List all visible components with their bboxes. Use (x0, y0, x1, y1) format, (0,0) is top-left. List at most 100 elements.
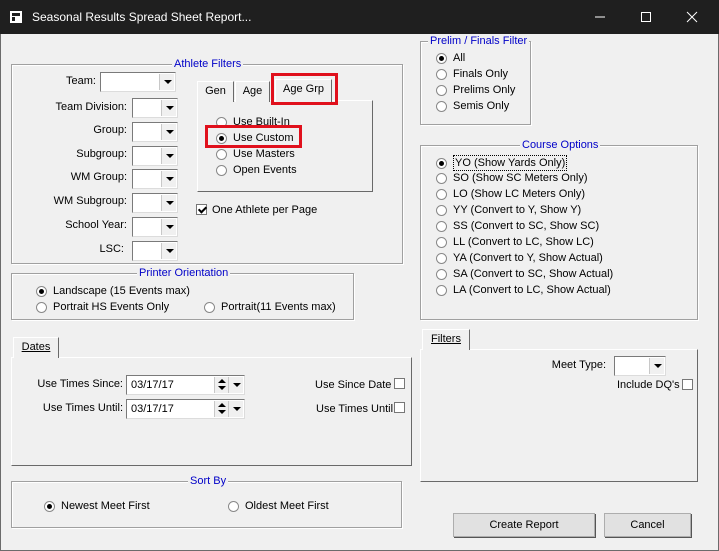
lsc-combo[interactable] (132, 241, 178, 261)
highlight-age-grp-tab (271, 73, 338, 105)
tab-gen[interactable]: Gen (197, 81, 234, 102)
radio-course-lo[interactable]: LO (Show LC Meters Only) (436, 187, 585, 201)
radio-course-yo[interactable]: YO (Show Yards Only) (436, 155, 568, 171)
team-label: Team: (66, 75, 96, 87)
radio-icon (436, 220, 447, 232)
athlete-filters-legend: Athlete Filters (172, 57, 244, 71)
times-since-date-picker[interactable]: 03/17/17 (126, 375, 245, 395)
use-times-until-check-label: Use Times Until (316, 403, 394, 415)
radio-icon (436, 204, 447, 216)
radio-course-yy[interactable]: YY (Convert to Y, Show Y) (436, 203, 581, 217)
date-spinner-icon[interactable] (214, 401, 228, 417)
radio-course-so[interactable]: SO (Show SC Meters Only) (436, 171, 587, 185)
radio-icon (436, 84, 447, 96)
use-times-since-label: Use Times Since: (37, 378, 123, 390)
printer-orientation-legend: Printer Orientation (137, 266, 231, 280)
radio-icon (436, 68, 447, 80)
course-options-legend: Course Options (520, 138, 601, 152)
radio-icon (436, 188, 447, 200)
window-title: Seasonal Results Spread Sheet Report... (32, 10, 252, 24)
times-until-date-picker[interactable]: 03/17/17 (126, 399, 245, 419)
include-dq-label: Include DQ's (617, 379, 680, 391)
meet-type-label: Meet Type: (551, 359, 606, 371)
team-division-combo[interactable] (132, 98, 178, 118)
chevron-down-icon[interactable] (159, 74, 174, 90)
radio-icon (436, 284, 447, 296)
radio-all[interactable]: All (436, 51, 465, 65)
minimize-icon (595, 16, 605, 18)
radio-landscape[interactable]: Landscape (15 Events max) (36, 284, 190, 298)
radio-portrait[interactable]: Portrait(11 Events max) (204, 300, 336, 314)
radio-semis-only[interactable]: Semis Only (436, 99, 509, 113)
use-times-until-checkbox[interactable] (394, 402, 405, 413)
radio-selected-icon (36, 285, 47, 297)
radio-icon (216, 164, 227, 176)
chevron-down-icon[interactable] (228, 377, 243, 393)
radio-open-events[interactable]: Open Events (216, 163, 297, 177)
close-icon (686, 11, 698, 23)
chevron-down-icon[interactable] (161, 195, 176, 211)
radio-finals-only[interactable]: Finals Only (436, 67, 508, 81)
radio-selected-icon (436, 52, 447, 64)
tab-age[interactable]: Age (235, 81, 270, 102)
date-spinner-icon[interactable] (214, 377, 228, 393)
radio-selected-icon (436, 157, 447, 169)
wm-subgroup-label: WM Subgroup: (53, 195, 127, 207)
meet-type-combo[interactable] (614, 356, 666, 376)
title-bar: Seasonal Results Spread Sheet Report... (0, 0, 719, 34)
radio-prelims-only[interactable]: Prelims Only (436, 83, 515, 97)
subgroup-combo[interactable] (132, 146, 178, 166)
group-combo[interactable] (132, 122, 178, 142)
radio-icon (36, 301, 47, 313)
radio-use-masters[interactable]: Use Masters (216, 147, 295, 161)
close-button[interactable] (669, 0, 715, 34)
radio-course-ll[interactable]: LL (Convert to LC, Show LC) (436, 235, 594, 249)
wm-subgroup-combo[interactable] (132, 193, 178, 213)
radio-oldest-meet-first[interactable]: Oldest Meet First (228, 499, 329, 513)
radio-course-sa[interactable]: SA (Convert to SC, Show Actual) (436, 267, 613, 281)
chevron-down-icon[interactable] (161, 100, 176, 116)
use-since-date-label: Use Since Date (315, 379, 392, 391)
wm-group-label: WM Group: (70, 171, 127, 183)
tab-filters[interactable]: Filters (422, 329, 470, 350)
radio-newest-meet-first[interactable]: Newest Meet First (44, 499, 150, 513)
chevron-down-icon[interactable] (161, 219, 176, 235)
wm-group-combo[interactable] (132, 169, 178, 189)
radio-course-la[interactable]: LA (Convert to LC, Show Actual) (436, 283, 611, 297)
radio-icon (436, 100, 447, 112)
one-athlete-label: One Athlete per Page (212, 204, 318, 216)
radio-course-ss[interactable]: SS (Convert to SC, Show SC) (436, 219, 599, 233)
radio-course-ya[interactable]: YA (Convert to Y, Show Actual) (436, 251, 603, 265)
radio-selected-icon (44, 500, 55, 512)
chevron-down-icon[interactable] (161, 243, 176, 259)
prelim-finals-legend: Prelim / Finals Filter (428, 34, 530, 48)
chevron-down-icon[interactable] (228, 401, 243, 417)
chevron-down-icon[interactable] (649, 358, 664, 374)
subgroup-label: Subgroup: (76, 148, 127, 160)
radio-icon (436, 268, 447, 280)
one-athlete-checkbox[interactable] (196, 204, 207, 215)
radio-icon (204, 301, 215, 313)
chevron-down-icon[interactable] (161, 148, 176, 164)
include-dq-checkbox[interactable] (682, 379, 693, 390)
school-year-combo[interactable] (132, 217, 178, 237)
team-combo[interactable] (100, 72, 176, 92)
tab-dates[interactable]: Dates (13, 337, 59, 358)
radio-icon (436, 252, 447, 264)
group-label: Group: (93, 124, 127, 136)
maximize-button[interactable] (623, 0, 669, 34)
radio-portrait-hs[interactable]: Portrait HS Events Only (36, 300, 169, 314)
minimize-button[interactable] (577, 0, 623, 34)
use-times-until-label: Use Times Until: (42, 402, 123, 414)
radio-icon (216, 148, 227, 160)
radio-icon (228, 500, 239, 512)
create-report-button[interactable]: Create Report (453, 513, 595, 537)
school-year-label: School Year: (65, 219, 127, 231)
chevron-down-icon[interactable] (161, 171, 176, 187)
highlight-use-custom (205, 125, 302, 148)
team-division-label: Team Division: (55, 101, 127, 113)
chevron-down-icon[interactable] (161, 124, 176, 140)
use-since-date-checkbox[interactable] (394, 378, 405, 389)
cancel-button[interactable]: Cancel (604, 513, 691, 537)
maximize-icon (641, 12, 651, 22)
